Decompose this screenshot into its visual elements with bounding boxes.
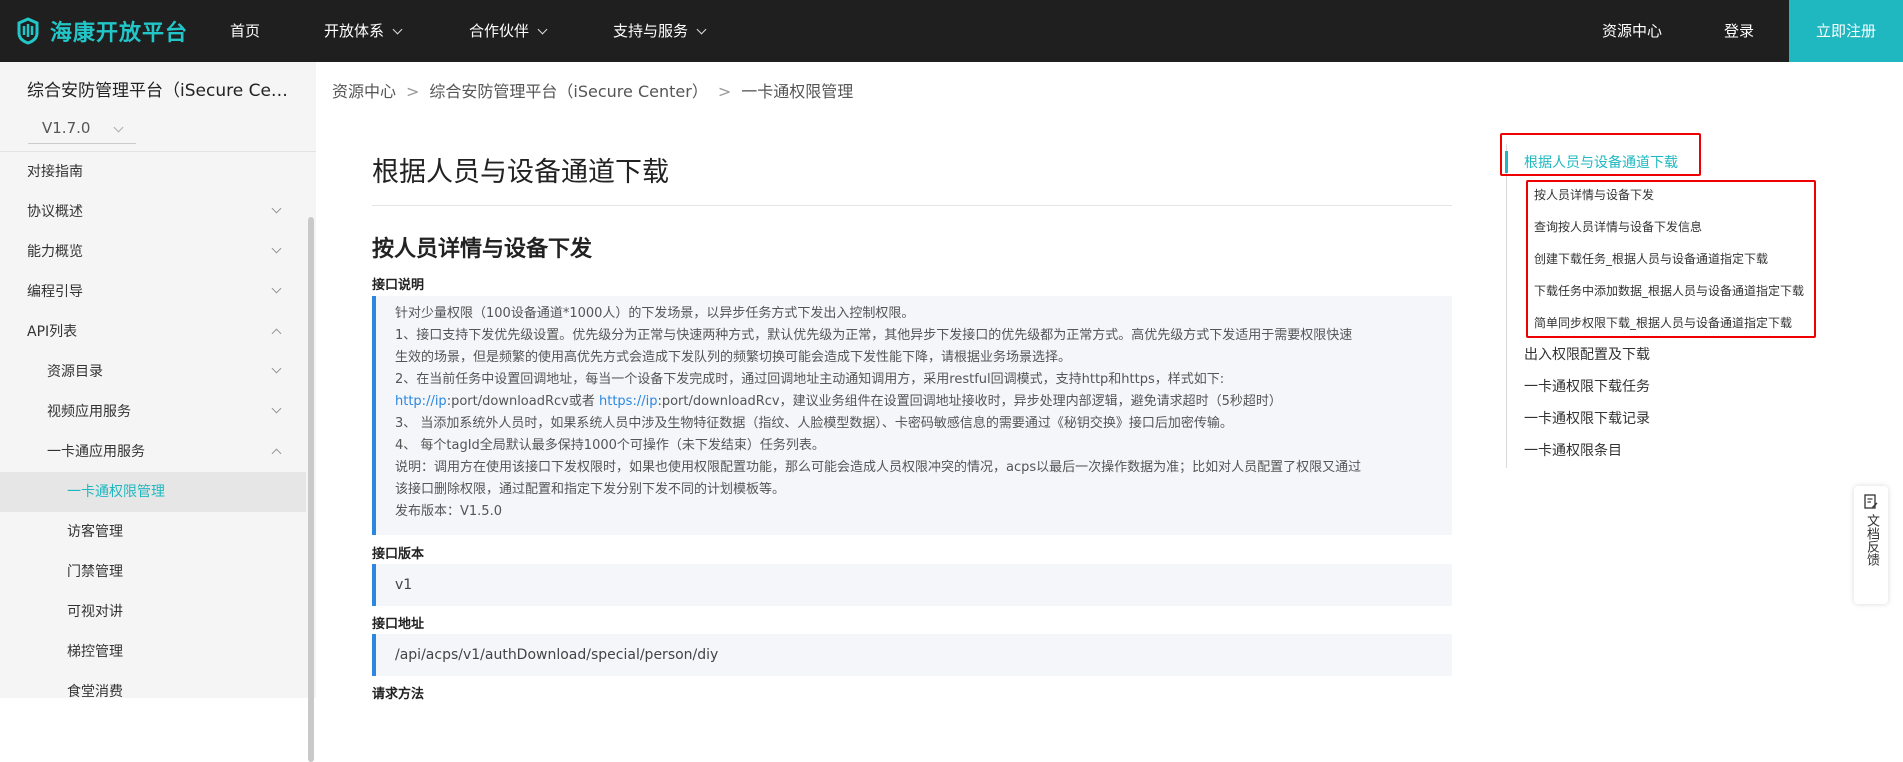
chevron-down-icon — [271, 243, 282, 254]
breadcrumb-item[interactable]: 资源中心 — [332, 82, 396, 101]
sidebar-item-label: 一卡通应用服务 — [47, 444, 145, 460]
main-content: 根据人员与设备通道下载 按人员详情与设备下发 接口说明 针对少量权限（100设备… — [372, 150, 1452, 702]
sidebar-item-resource-dir[interactable]: 资源目录 — [0, 352, 306, 392]
sidebar-item-card-permission[interactable]: 一卡通权限管理 — [0, 472, 306, 512]
version-value: V1.7.0 — [42, 119, 91, 137]
sidebar-item-label: 协议概述 — [27, 204, 83, 220]
sidebar-item-guide[interactable]: 对接指南 — [0, 152, 306, 192]
sidebar-item-intercom[interactable]: 可视对讲 — [0, 592, 306, 632]
sidebar-item-video-service[interactable]: 视频应用服务 — [0, 392, 306, 432]
chevron-down-icon — [271, 363, 282, 374]
top-navbar: 海康开放平台 首页 开放体系 合作伙伴 支持与服务 资源中心 登录 立即注册 — [0, 0, 1903, 62]
sidebar-item-capability[interactable]: 能力概览 — [0, 232, 306, 272]
chevron-down-icon — [271, 403, 282, 414]
breadcrumb-current: 一卡通权限管理 — [741, 82, 854, 101]
label-description: 接口说明 — [372, 278, 425, 293]
chevron-up-icon — [271, 328, 282, 339]
desc-line: 发布版本：V1.5.0 — [395, 504, 502, 519]
sidebar-item-programming[interactable]: 编程引导 — [0, 272, 306, 312]
doc-feedback-button[interactable]: 文档反馈 — [1854, 486, 1888, 604]
toc-item[interactable]: 一卡通权限条目 — [1524, 440, 1622, 460]
label-version: 接口版本 — [372, 547, 425, 562]
chevron-down-icon — [113, 122, 124, 133]
chevron-down-icon — [696, 24, 707, 35]
nav-item-open-system[interactable]: 开放体系 — [324, 0, 403, 62]
sidebar-item-label: 一卡通权限管理 — [67, 484, 165, 500]
callback-https-link[interactable]: https://ip — [599, 394, 657, 409]
highlight-box — [1500, 133, 1701, 176]
toc-item[interactable]: 一卡通权限下载任务 — [1524, 376, 1650, 396]
nav-item-partners[interactable]: 合作伙伴 — [469, 0, 548, 62]
sidebar-item-canteen[interactable]: 食堂消费 — [0, 672, 306, 712]
highlight-box — [1526, 180, 1816, 338]
hikvision-logo-icon — [17, 17, 39, 45]
label-address: 接口地址 — [372, 617, 425, 632]
sidebar-item-card-service[interactable]: 一卡通应用服务 — [0, 432, 306, 472]
desc-line: 2、在当前任务中设置回调地址，每当一个设备下发完成时，通过回调地址主动通知调用方… — [395, 372, 1225, 387]
sidebar-item-label: 能力概览 — [27, 244, 83, 260]
nav-item-label: 开放体系 — [324, 22, 385, 40]
sidebar-menu: 对接指南 协议概述 能力概览 编程引导 API列表 资源目录 视频应用服务 一卡… — [0, 152, 306, 712]
nav-item-support[interactable]: 支持与服务 — [613, 0, 707, 62]
nav-item-resource-center[interactable]: 资源中心 — [1602, 0, 1662, 62]
sidebar-item-label: 对接指南 — [27, 164, 83, 180]
description-block: 针对少量权限（100设备通道*1000人）的下发场景，以异步任务方式下发出入控制… — [372, 296, 1452, 535]
divider — [372, 205, 1452, 206]
breadcrumb: 资源中心 > 综合安防管理平台（iSecure Center） > 一卡通权限管理 — [332, 78, 853, 102]
feedback-label: 文档反馈 — [1864, 514, 1879, 566]
desc-line: http://ip:port/downloadRcv或者 https://ip:… — [395, 391, 1438, 413]
breadcrumb-separator: > — [406, 82, 420, 101]
login-link[interactable]: 登录 — [1724, 0, 1754, 62]
nav-item-home[interactable]: 首页 — [230, 0, 260, 62]
sidebar-item-door-access[interactable]: 门禁管理 — [0, 552, 306, 592]
desc-line: 3、 当添加系统外人员时，如果系统人员中涉及生物特征数据（指纹、人脸模型数据）、… — [395, 416, 1233, 431]
sidebar-item-label: 视频应用服务 — [47, 404, 131, 420]
sidebar-item-label: API列表 — [27, 324, 78, 340]
sidebar-scrollbar[interactable] — [308, 217, 314, 762]
label-method: 请求方法 — [372, 687, 425, 702]
brand-logo-link[interactable]: 海康开放平台 — [14, 14, 188, 48]
sidebar-item-elevator[interactable]: 梯控管理 — [0, 632, 306, 672]
platform-title: 综合安防管理平台（iSecure Cent... — [27, 81, 297, 101]
register-button[interactable]: 立即注册 — [1789, 0, 1903, 62]
page-title: 根据人员与设备通道下载 — [372, 157, 669, 188]
sidebar-item-label: 资源目录 — [47, 364, 103, 380]
version-value: v1 — [372, 564, 1452, 606]
desc-text: :port/downloadRcv或者 — [446, 394, 599, 409]
desc-line: 针对少量权限（100设备通道*1000人）的下发场景，以异步任务方式下发出入控制… — [395, 306, 915, 321]
sidebar-item-label: 梯控管理 — [67, 644, 123, 660]
chevron-down-icon — [392, 24, 403, 35]
toc-rail — [1506, 144, 1507, 468]
brand-name: 海康开放平台 — [50, 21, 189, 46]
chevron-down-icon — [271, 283, 282, 294]
desc-line: 说明：调用方在使用该接口下发权限时，如果也使用权限配置功能，那么可能会造成人员权… — [395, 460, 1362, 475]
breadcrumb-separator: > — [717, 82, 732, 101]
sidebar-item-label: 门禁管理 — [67, 564, 123, 580]
desc-line: 该接口删除权限，通过配置和指定下发分别下发不同的计划模板等。 — [395, 482, 786, 497]
chevron-down-icon — [271, 203, 282, 214]
desc-text: :port/downloadRcv，建议业务组件在设置回调地址接收时，异步处理内… — [657, 394, 1282, 409]
sidebar-item-api-list[interactable]: API列表 — [0, 312, 306, 352]
callback-http-link[interactable]: http://ip — [395, 394, 447, 409]
toc-item[interactable]: 一卡通权限下载记录 — [1524, 408, 1650, 428]
sidebar-item-label: 可视对讲 — [67, 604, 123, 620]
sidebar-item-visitor[interactable]: 访客管理 — [0, 512, 306, 552]
nav-item-label: 支持与服务 — [613, 22, 689, 40]
chevron-down-icon — [537, 24, 548, 35]
chevron-up-icon — [271, 448, 282, 459]
edit-document-icon — [1864, 494, 1878, 509]
desc-line: 4、 每个tagId全局默认最多保持1000个可操作（未下发结束）任务列表。 — [395, 438, 825, 453]
desc-line: 生效的场景，但是频繁的使用高优先方式会造成下发队列的频繁切换可能会造成下发性能下… — [395, 350, 1072, 365]
breadcrumb-item[interactable]: 综合安防管理平台（iSecure Center） — [429, 82, 707, 101]
section-title: 按人员详情与设备下发 — [372, 237, 593, 262]
version-select[interactable]: V1.7.0 — [28, 114, 136, 144]
toc-item[interactable]: 出入权限配置及下载 — [1524, 344, 1650, 364]
sidebar-item-label: 编程引导 — [27, 284, 83, 300]
desc-line: 1、接口支持下发优先级设置。优先级分为正常与快速两种方式，默认优先级为正常，其他… — [395, 328, 1353, 343]
sidebar: 综合安防管理平台（iSecure Cent... V1.7.0 对接指南 协议概… — [0, 62, 316, 762]
nav-item-label: 合作伙伴 — [469, 22, 530, 40]
sidebar-item-protocol[interactable]: 协议概述 — [0, 192, 306, 232]
address-value: /api/acps/v1/authDownload/special/person… — [372, 634, 1452, 676]
sidebar-item-label: 访客管理 — [67, 524, 123, 540]
